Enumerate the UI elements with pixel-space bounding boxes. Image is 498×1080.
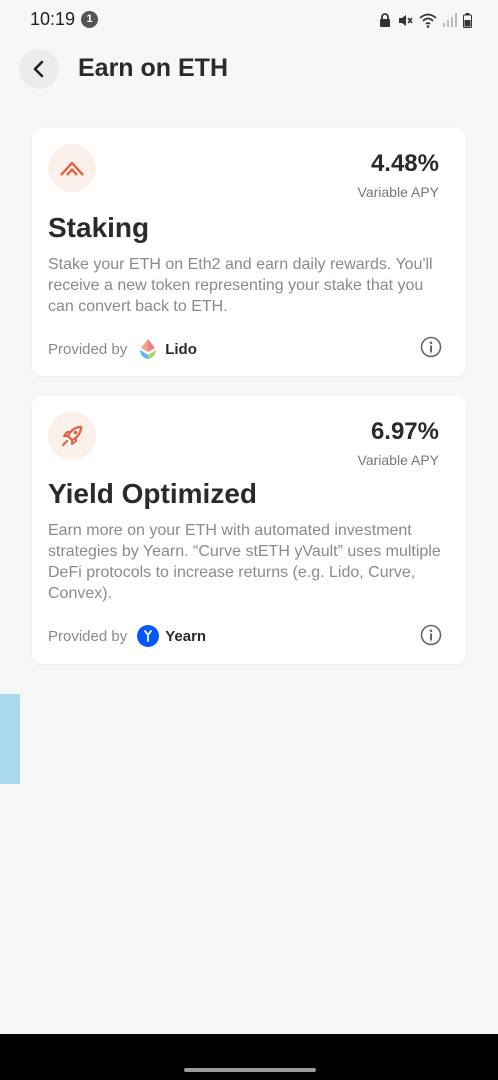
back-button[interactable] [19, 49, 59, 89]
lock-icon [380, 12, 390, 27]
chevron-left-icon [33, 60, 44, 78]
staking-chevrons-icon [48, 144, 96, 192]
card-description: Stake your ETH on Eth2 and earn daily re… [48, 256, 433, 315]
status-bar: 10:19 1 [0, 0, 498, 40]
notification-count-badge: 1 [81, 11, 98, 28]
home-indicator[interactable] [184, 1068, 316, 1072]
provider-name: Lido [165, 340, 197, 358]
yearn-logo-icon [137, 625, 160, 647]
info-icon[interactable] [420, 336, 442, 358]
rocket-icon [48, 412, 96, 460]
battery-icon [463, 12, 472, 28]
edge-panel-handle[interactable] [0, 694, 20, 784]
provided-by-label: Provided by [48, 340, 128, 358]
apy-label: Variable APY [357, 184, 439, 200]
apy-label: Variable APY [357, 452, 439, 468]
yield-optimized-card[interactable]: 6.97% Variable APY Yield Optimized Earn … [32, 396, 466, 664]
apy-value: 4.48% [370, 150, 439, 177]
system-navigation-bar [0, 1034, 498, 1080]
provided-by-label: Provided by [48, 627, 128, 645]
page-title: Earn on ETH [78, 54, 229, 82]
card-title: Staking [48, 212, 150, 243]
provider-row: Provided by Lido [48, 338, 197, 360]
provider-name: Yearn [165, 627, 207, 645]
status-icons [379, 10, 472, 30]
card-title: Yield Optimized [48, 478, 257, 509]
apy-value: 6.97% [370, 418, 439, 445]
lido-logo-icon [137, 338, 159, 360]
signal-icon [443, 13, 457, 27]
header: Earn on ETH [0, 44, 498, 100]
card-description: Earn more on your ETH with automated inv… [48, 522, 441, 602]
status-time: 10:19 [30, 9, 76, 29]
mute-icon [399, 14, 413, 26]
provider-row: Provided by Yearn [48, 625, 206, 647]
staking-card[interactable]: 4.48% Variable APY Staking Stake your ET… [32, 128, 466, 376]
info-icon[interactable] [420, 624, 442, 646]
wifi-icon [419, 13, 437, 28]
